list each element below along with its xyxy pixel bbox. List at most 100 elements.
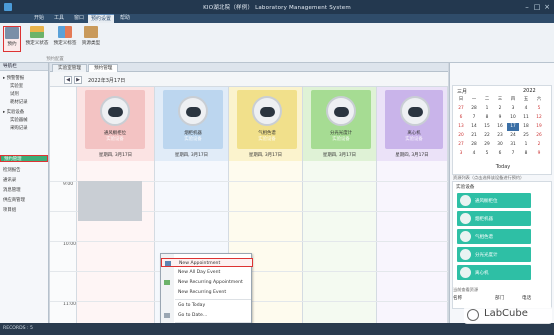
nav-item-suppliers[interactable]: 供应商管理	[0, 197, 48, 204]
resource-card[interactable]: 气相色谱 实验设备	[237, 90, 297, 149]
nav-item-purchase[interactable]: 采购记录	[0, 125, 48, 132]
calendar-day[interactable]: 31	[507, 141, 519, 149]
prev-day-button[interactable]: ◀	[64, 76, 72, 84]
calendar-day[interactable]: 12	[533, 114, 545, 122]
calendar-day[interactable]: 9	[533, 150, 545, 158]
nav-item-contacts[interactable]: 通讯录	[0, 177, 48, 184]
resource-list-item[interactable]: 分光光度计	[457, 247, 531, 262]
resource-type-button[interactable]: 资源类型	[80, 26, 102, 52]
astronaut-icon	[252, 96, 282, 126]
calendar-day[interactable]: 25	[520, 132, 532, 140]
maximize-icon[interactable]: □	[532, 2, 542, 12]
calendar-day[interactable]: 7	[507, 150, 519, 158]
selected-time-slot[interactable]	[78, 181, 142, 221]
calendar-day[interactable]: 2	[494, 105, 506, 113]
tab-lab-management[interactable]: 实验室管理	[52, 64, 87, 72]
calendar-day[interactable]: 2	[533, 141, 545, 149]
resource-timeline[interactable]	[303, 161, 376, 323]
calendar-day[interactable]: 18	[520, 123, 532, 131]
resource-list-item[interactable]: 通风橱柜位	[457, 193, 531, 208]
calendar-day[interactable]: 6	[455, 114, 467, 122]
calendar-year[interactable]: 2022	[523, 88, 536, 94]
calendar-day[interactable]: 27	[455, 141, 467, 149]
nav-item-instruments[interactable]: 实验器械	[0, 117, 48, 124]
nav-item-alerts[interactable]: ▸ 预警警报	[0, 75, 48, 82]
calendar-day[interactable]: 24	[507, 132, 519, 140]
calendar-day[interactable]: 8	[520, 150, 532, 158]
resource-card[interactable]: 烟柜机器 实验设备	[163, 90, 223, 149]
calendar-month[interactable]: 三月	[457, 88, 467, 95]
resource-card[interactable]: 离心机 实验设备	[385, 90, 443, 149]
resource-tag: 实验设备	[258, 137, 276, 142]
calendar-day[interactable]: 13	[455, 123, 467, 131]
nav-item-projects[interactable]: 项目组	[0, 207, 48, 214]
calendar-day[interactable]: 8	[481, 114, 493, 122]
nav-item-messages[interactable]: 消息管理	[0, 187, 48, 194]
calendar-day[interactable]: 26	[533, 132, 545, 140]
menu-tab-tools[interactable]: 工具	[50, 14, 68, 23]
predefined-label-button[interactable]: 预定义标签	[52, 26, 78, 52]
calendar-day[interactable]: 16	[494, 123, 506, 131]
calendar-day[interactable]: 30	[494, 141, 506, 149]
calendar-day[interactable]: 27	[455, 105, 467, 113]
appointment-button[interactable]: 预约	[3, 26, 21, 52]
calendar-day[interactable]: 5	[533, 105, 545, 113]
menu-new-recurring-event[interactable]: New Recurring Event	[161, 288, 253, 297]
calendar-day[interactable]: 28	[468, 105, 480, 113]
calendar-day[interactable]: 1	[520, 141, 532, 149]
today-button[interactable]: Today	[453, 164, 553, 170]
menu-tab-window[interactable]: 窗口	[70, 14, 88, 23]
menu-tab-start[interactable]: 开始	[30, 14, 48, 23]
calendar-day[interactable]: 5	[481, 150, 493, 158]
menu-tab-help[interactable]: 帮助	[116, 14, 134, 23]
menu-new-appointment[interactable]: New Appointment	[161, 258, 253, 267]
calendar-day[interactable]: 6	[494, 150, 506, 158]
resource-column[interactable]: 离心机 实验设备 星期四, 3月17日	[377, 87, 448, 323]
calendar-day[interactable]: 28	[468, 141, 480, 149]
tab-appointment-management[interactable]: 预约管理	[88, 64, 119, 72]
nav-item-reports[interactable]: 检测报告	[0, 167, 48, 174]
calendar-day[interactable]: 19	[533, 123, 545, 131]
calendar-day[interactable]: 14	[468, 123, 480, 131]
nav-item-consumables[interactable]: 耗材记录	[0, 99, 48, 106]
resource-card[interactable]: 分光光度计 实验设备	[311, 90, 371, 149]
menu-new-recurring-appointment[interactable]: New Recurring Appointment	[161, 278, 253, 287]
resource-list-item[interactable]: 离心机	[457, 265, 531, 280]
next-day-button[interactable]: ▶	[74, 76, 82, 84]
calendar-day[interactable]: 3	[507, 105, 519, 113]
calendar-day[interactable]: 10	[507, 114, 519, 122]
minimize-icon[interactable]: –	[522, 2, 532, 12]
calendar-day[interactable]: 17	[507, 123, 519, 131]
menu-go-to-date[interactable]: Go to Date...	[161, 311, 253, 320]
menu-tab-appointment-settings[interactable]: 预约设置	[88, 14, 114, 23]
resource-list-item[interactable]: 烟柜机器	[457, 211, 531, 226]
calendar-day[interactable]: 11	[520, 114, 532, 122]
calendar-day[interactable]: 3	[455, 150, 467, 158]
nav-item-equipment[interactable]: ▸ 实验设备	[0, 109, 48, 116]
calendar-day[interactable]: 22	[481, 132, 493, 140]
calendar-day[interactable]: 20	[455, 132, 467, 140]
close-icon[interactable]: ×	[542, 2, 552, 12]
astronaut-icon	[100, 96, 130, 126]
column-name: 名称	[453, 296, 463, 301]
calendar-day[interactable]: 4	[468, 150, 480, 158]
resource-timeline[interactable]	[377, 161, 447, 323]
calendar-day[interactable]: 29	[481, 141, 493, 149]
calendar-day[interactable]: 7	[468, 114, 480, 122]
calendar-day[interactable]: 15	[481, 123, 493, 131]
menu-new-all-day-event[interactable]: New All Day Event	[161, 268, 253, 277]
calendar-day[interactable]: 1	[481, 105, 493, 113]
calendar-day[interactable]: 21	[468, 132, 480, 140]
nav-item-reagents[interactable]: 试剂	[0, 91, 48, 98]
calendar-day[interactable]: 9	[494, 114, 506, 122]
menu-go-to-today[interactable]: Go to Today	[161, 301, 253, 310]
resource-list-item[interactable]: 气相色谱	[457, 229, 531, 244]
nav-item-lab[interactable]: 实验室	[0, 83, 48, 90]
calendar-day[interactable]: 23	[494, 132, 506, 140]
time-label: 11:00	[63, 302, 76, 307]
nav-item-appointment[interactable]: 预约管理	[0, 155, 48, 162]
predefined-status-button[interactable]: 预定义状态	[24, 26, 50, 52]
resource-card[interactable]: 通风橱柜位 实验设备	[85, 90, 145, 149]
resource-column[interactable]: 分光光度计 实验设备 星期四, 3月17日	[303, 87, 377, 323]
calendar-day[interactable]: 4	[520, 105, 532, 113]
